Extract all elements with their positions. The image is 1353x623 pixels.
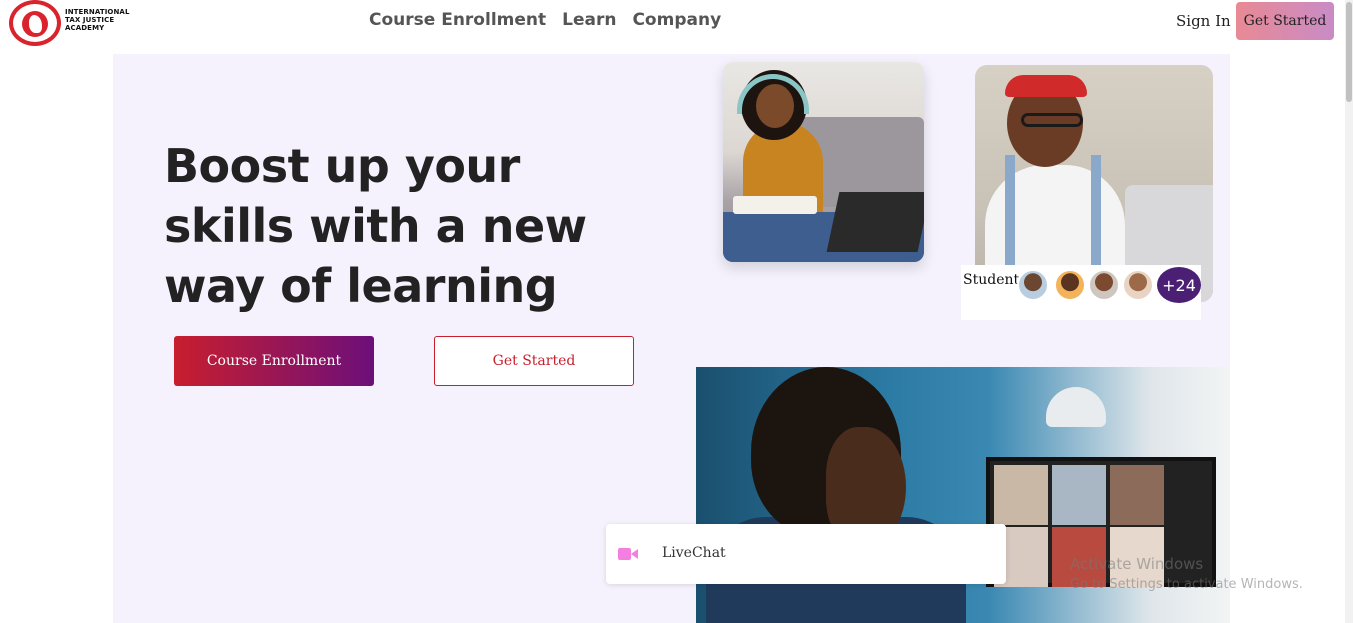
nav-learn[interactable]: Learn (562, 10, 616, 30)
course-enrollment-button[interactable]: Course Enrollment (174, 336, 374, 386)
header-get-started-button[interactable]: Get Started (1236, 2, 1334, 40)
sign-in-link[interactable]: Sign In (1176, 12, 1231, 30)
student-headphones-photo (723, 62, 924, 262)
livechat-label: LiveChat (662, 545, 726, 561)
logo-seal-icon (9, 0, 61, 46)
hero-headline: Boost up your skills with a new way of l… (164, 139, 587, 313)
more-students-badge: +24 (1157, 267, 1201, 303)
page-scrollbar[interactable] (1345, 0, 1353, 623)
scrollbar-thumb[interactable] (1346, 2, 1352, 102)
students-card: Students +24 (961, 265, 1201, 320)
get-started-button[interactable]: Get Started (434, 336, 634, 386)
student-avatar (1054, 269, 1086, 301)
logo-wordmark: INTERNATIONAL TAX JUSTICE ACADEMY (65, 8, 130, 32)
nav-course-enrollment[interactable]: Course Enrollment (369, 10, 546, 30)
site-header: INTERNATIONAL TAX JUSTICE ACADEMY Course… (0, 0, 1340, 46)
student-avatar (1122, 269, 1154, 301)
academy-logo[interactable]: INTERNATIONAL TAX JUSTICE ACADEMY (9, 0, 139, 46)
student-avatar (1088, 269, 1120, 301)
video-camera-icon (618, 548, 638, 560)
activate-windows-hint: Go to Settings to activate Windows. (1070, 577, 1303, 592)
main-nav: Course Enrollment Learn Company (369, 10, 721, 30)
nav-company[interactable]: Company (632, 10, 721, 30)
activate-windows-title: Activate Windows (1070, 555, 1204, 573)
livechat-widget[interactable]: LiveChat (606, 524, 1006, 584)
student-avatar (1017, 269, 1049, 301)
